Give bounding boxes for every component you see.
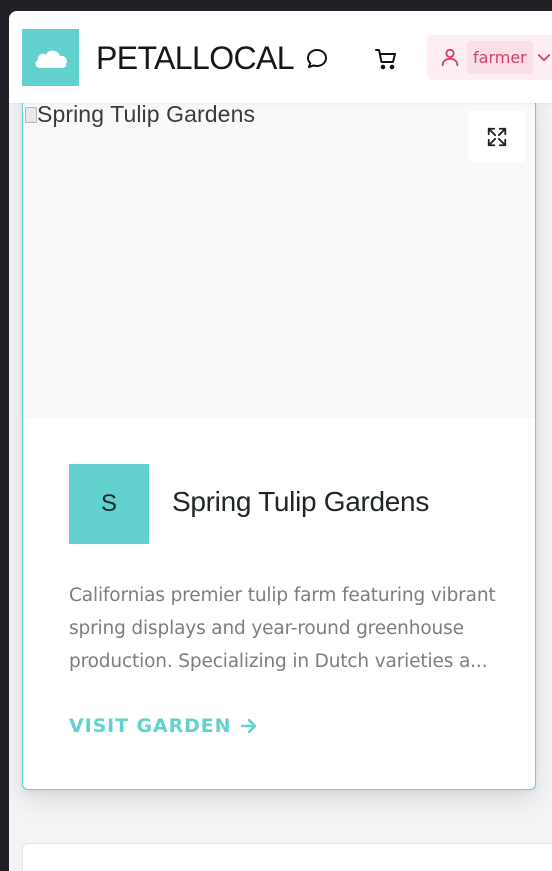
broken-image-placeholder: Spring Tulip Gardens — [25, 101, 255, 128]
user-menu-button[interactable]: farmer — [427, 35, 552, 80]
garden-description: Californias premier tulip farm featuring… — [69, 585, 496, 672]
visit-garden-link[interactable]: VISIT GARDEN — [69, 715, 258, 737]
garden-avatar: S — [69, 464, 149, 544]
cart-button[interactable] — [372, 45, 400, 73]
app-window: Spring Tulip Gardens S Spring Tulip Gard… — [9, 11, 552, 871]
expand-image-button[interactable] — [468, 111, 525, 162]
messages-button[interactable] — [303, 45, 331, 73]
logo[interactable] — [22, 29, 79, 86]
shopping-cart-icon — [375, 49, 396, 70]
garden-name: Spring Tulip Gardens — [172, 486, 430, 517]
main-content[interactable]: Spring Tulip Gardens S Spring Tulip Gard… — [9, 11, 552, 871]
broken-image-icon — [25, 106, 37, 123]
garden-image: Spring Tulip Gardens — [23, 91, 535, 418]
expand-icon — [487, 127, 506, 146]
arrow-right-icon — [240, 718, 256, 734]
garden-card: Spring Tulip Gardens S Spring Tulip Gard… — [22, 91, 536, 790]
cloud-icon — [35, 50, 67, 68]
user-icon — [441, 48, 459, 67]
visit-garden-label: VISIT GARDEN — [69, 715, 232, 737]
chevron-down-icon — [537, 54, 551, 62]
garden-avatar-letter: S — [100, 490, 117, 517]
brand-name[interactable]: PETALLOCAL — [96, 40, 295, 77]
chat-bubble-icon — [307, 49, 327, 68]
username-label: farmer — [467, 41, 533, 74]
next-garden-card — [22, 843, 552, 871]
garden-image-alt-text: Spring Tulip Gardens — [37, 101, 256, 127]
top-navbar: PETALLOCAL farmer — [9, 11, 552, 103]
